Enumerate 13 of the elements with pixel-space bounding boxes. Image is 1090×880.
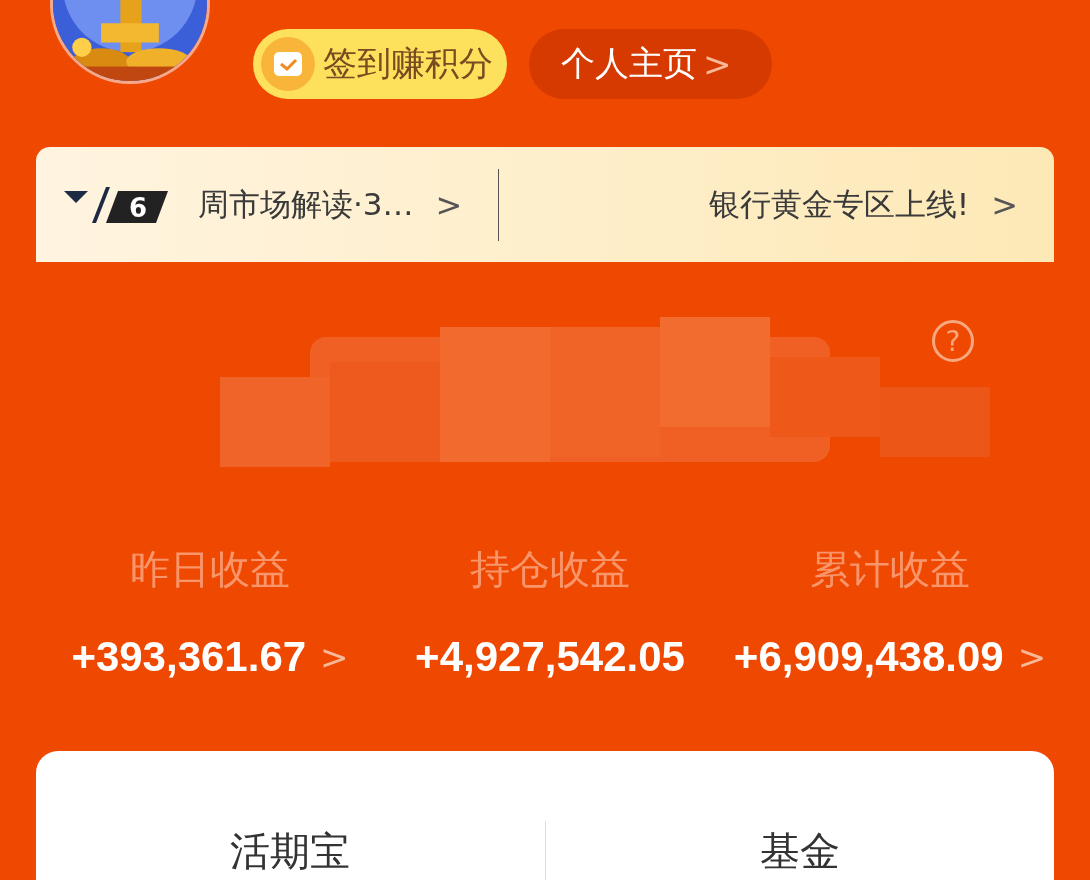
stat-value: +4,927,542.05 <box>415 633 685 681</box>
tab[interactable]: 基金 <box>545 821 1054 880</box>
stat-value: +6,909,438.09 <box>733 633 1004 681</box>
notice-link[interactable]: 周市场解读·3… > <box>192 182 469 227</box>
notice-link[interactable]: 银行黄金专区上线! > <box>702 182 1024 227</box>
tab[interactable]: 活期宝 <box>36 821 545 880</box>
stat-label: 持仓收益 <box>470 545 630 594</box>
stat-value: +393,361.67 <box>71 633 307 681</box>
stat-label: 累计收益 <box>810 545 970 594</box>
checkin-button[interactable]: 签到赚积分 <box>253 29 507 99</box>
profile-button[interactable]: 个人主页 > <box>529 29 772 99</box>
checkmark-icon <box>261 37 315 91</box>
stat-label: 昨日收益 <box>130 545 290 594</box>
